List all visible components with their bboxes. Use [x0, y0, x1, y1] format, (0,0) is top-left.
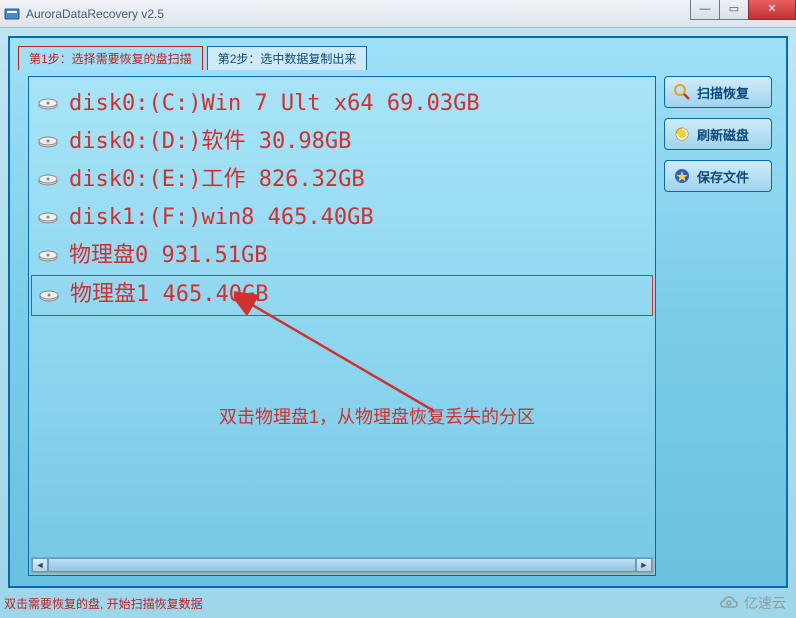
- window-title: AuroraDataRecovery v2.5: [26, 7, 164, 21]
- button-label: 保存文件: [697, 167, 749, 186]
- tab-step2[interactable]: 第2步：选中数据复制出来: [207, 46, 368, 70]
- save-star-icon: [673, 167, 691, 185]
- status-bar: 双击需要恢复的盘, 开始扫描恢复数据: [4, 595, 203, 612]
- disk-icon: [37, 245, 59, 267]
- scroll-track[interactable]: [48, 558, 636, 572]
- disk-label: disk0:(D:)软件 30.98GB: [69, 125, 351, 159]
- magnifier-icon: [673, 83, 691, 101]
- button-label: 刷新磁盘: [697, 125, 749, 144]
- tabs: 第1步：选择需要恢复的盘扫描 第2步：选中数据复制出来: [18, 46, 778, 70]
- scroll-left-icon[interactable]: ◄: [32, 558, 48, 572]
- disk-label: disk0:(C:)Win 7 Ult x64 69.03GB: [69, 87, 480, 121]
- button-label: 扫描恢复: [697, 83, 749, 102]
- minimize-button[interactable]: —: [690, 0, 720, 20]
- horizontal-scrollbar[interactable]: ◄ ►: [31, 557, 653, 573]
- disk-icon: [37, 131, 59, 153]
- disk-icon: [37, 169, 59, 191]
- disk-label: 物理盘0 931.51GB: [69, 239, 267, 273]
- disk-item[interactable]: disk0:(E:)工作 826.32GB: [31, 161, 653, 199]
- disk-item[interactable]: disk0:(C:)Win 7 Ult x64 69.03GB: [31, 85, 653, 123]
- disk-label: disk0:(E:)工作 826.32GB: [69, 163, 365, 197]
- disk-item[interactable]: 物理盘0 931.51GB: [31, 237, 653, 275]
- maximize-button[interactable]: ▭: [719, 0, 749, 20]
- disk-label: 物理盘1 465.40GB: [70, 278, 268, 312]
- disk-icon: [37, 207, 59, 229]
- tab-step1[interactable]: 第1步：选择需要恢复的盘扫描: [18, 46, 203, 70]
- scan-recover-button[interactable]: 扫描恢复: [664, 76, 772, 108]
- disk-panel: disk0:(C:)Win 7 Ult x64 69.03GB disk0:(D…: [28, 76, 656, 576]
- annotation-text: 双击物理盘1，从物理盘恢复丢失的分区: [219, 403, 535, 429]
- disk-icon: [38, 285, 60, 307]
- watermark-text: 亿速云: [744, 593, 786, 613]
- scroll-right-icon[interactable]: ►: [636, 558, 652, 572]
- main-area: 第1步：选择需要恢复的盘扫描 第2步：选中数据复制出来 disk0:(C:)Wi…: [8, 36, 788, 588]
- titlebar: AuroraDataRecovery v2.5 — ▭ ✕: [0, 0, 796, 28]
- disk-item[interactable]: disk1:(F:)win8 465.40GB: [31, 199, 653, 237]
- disk-list: disk0:(C:)Win 7 Ult x64 69.03GB disk0:(D…: [29, 77, 655, 324]
- save-file-button[interactable]: 保存文件: [664, 160, 772, 192]
- watermark: 亿速云: [718, 592, 786, 614]
- app-icon: [4, 6, 20, 22]
- disk-item[interactable]: disk0:(D:)软件 30.98GB: [31, 123, 653, 161]
- disk-label: disk1:(F:)win8 465.40GB: [69, 201, 374, 235]
- right-buttons: 扫描恢复 刷新磁盘 保存文件: [664, 76, 772, 192]
- disk-item-highlighted[interactable]: 物理盘1 465.40GB: [31, 275, 653, 315]
- refresh-icon: [673, 125, 691, 143]
- scroll-thumb[interactable]: [48, 558, 636, 572]
- refresh-disks-button[interactable]: 刷新磁盘: [664, 118, 772, 150]
- disk-icon: [37, 93, 59, 115]
- close-button[interactable]: ✕: [748, 0, 796, 20]
- window-controls: — ▭ ✕: [690, 0, 796, 20]
- watermark-icon: [718, 592, 740, 614]
